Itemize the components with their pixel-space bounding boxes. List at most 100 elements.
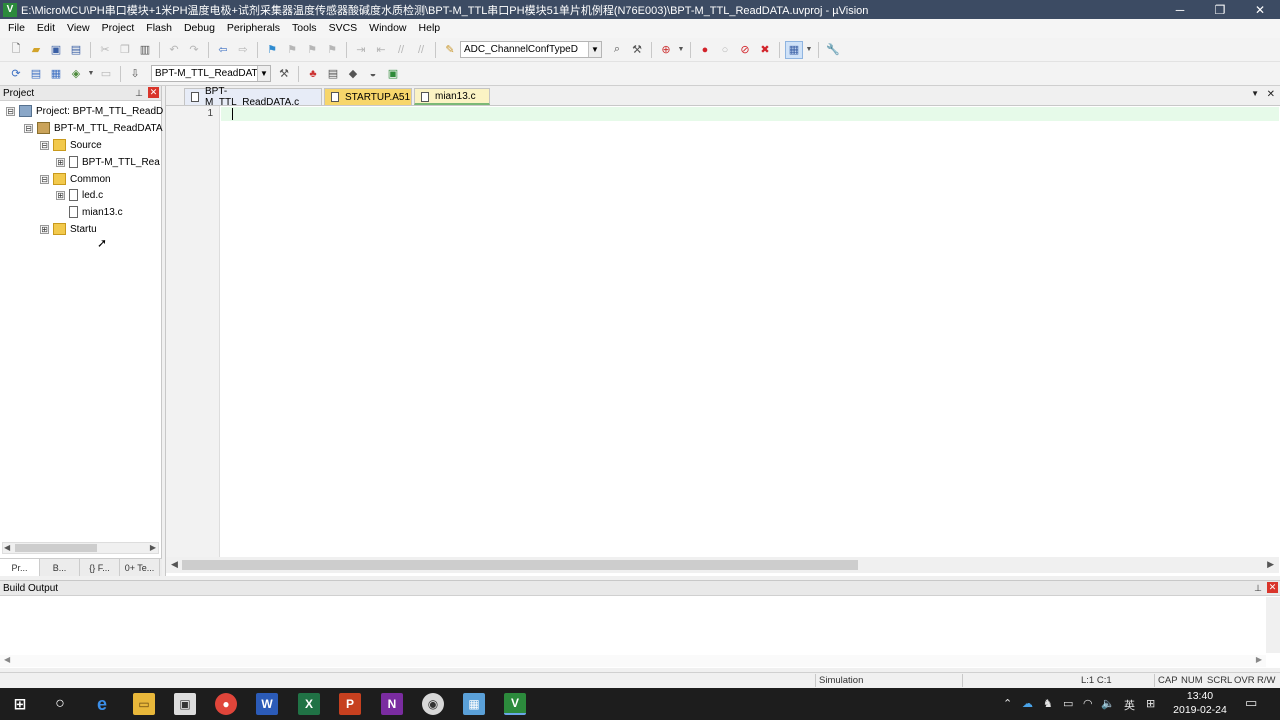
disable-breakpoints-icon[interactable]: ⊘ <box>736 41 754 59</box>
navigate-forward-icon[interactable]: ⇨ <box>234 41 252 59</box>
menu-project[interactable]: Project <box>96 19 141 38</box>
chevron-down-icon[interactable]: ▼ <box>805 41 813 59</box>
comment-icon[interactable]: // <box>392 41 410 59</box>
battery-icon[interactable]: ▭ <box>1063 697 1073 710</box>
scroll-right-icon[interactable]: ▶ <box>150 543 156 552</box>
tree-item-common-group[interactable]: ⊟ Common <box>40 171 111 187</box>
menu-file[interactable]: File <box>2 19 31 38</box>
clear-bookmarks-icon[interactable]: ⚑ <box>323 41 341 59</box>
notification-icon[interactable]: ▭ <box>1245 695 1257 711</box>
tray-chevron-up-icon[interactable]: ⌃ <box>1003 697 1012 710</box>
stop-build-icon[interactable]: ▭ <box>97 65 115 83</box>
maximize-button[interactable]: ❐ <box>1200 0 1240 19</box>
find-icon[interactable]: ⌕ <box>608 41 626 59</box>
kill-breakpoints-icon[interactable]: ✖ <box>756 41 774 59</box>
screen-capture-icon[interactable]: ▦ <box>463 693 485 715</box>
close-icon[interactable]: ✕ <box>148 87 159 98</box>
build-icon[interactable]: ▤ <box>27 65 45 83</box>
enable-breakpoint-icon[interactable]: ○ <box>716 41 734 59</box>
editor-horizontal-scrollbar[interactable]: ◀ ▶ <box>166 557 1279 573</box>
target-combo[interactable]: BPT-M_TTL_ReadDATA ▼ <box>151 65 271 82</box>
bookmark-icon[interactable]: ⚑ <box>263 41 281 59</box>
build-output-vertical-scrollbar[interactable] <box>1266 597 1280 653</box>
chevron-down-icon[interactable]: ▼ <box>588 42 601 57</box>
next-bookmark-icon[interactable]: ⚑ <box>303 41 321 59</box>
menu-view[interactable]: View <box>61 19 96 38</box>
debug-session-icon[interactable]: ⊕ <box>657 41 675 59</box>
editor-tab-main[interactable]: BPT-M_TTL_ReadDATA.c <box>184 86 322 108</box>
menu-svcs[interactable]: SVCS <box>323 19 364 38</box>
download-icon[interactable]: ⇩ <box>126 65 144 83</box>
tree-expander[interactable]: ⊟ <box>40 174 49 184</box>
tree-item-led-file[interactable]: ⊞ led.c <box>56 187 103 203</box>
tree-expander[interactable]: ⊟ <box>6 106 15 116</box>
menu-flash[interactable]: Flash <box>140 19 178 38</box>
onenote-icon[interactable]: N <box>381 693 403 715</box>
rebuild-icon[interactable]: ▦ <box>47 65 65 83</box>
minimize-button[interactable]: ─ <box>1160 0 1200 19</box>
unindent-icon[interactable]: ⇤ <box>372 41 390 59</box>
tree-item-source-group[interactable]: ⊟ Source <box>40 137 102 153</box>
tab-functions[interactable]: {} F... <box>80 559 120 576</box>
store-icon[interactable]: ▣ <box>174 693 196 715</box>
save-all-icon[interactable]: ▤ <box>67 41 85 59</box>
find-in-files-icon[interactable]: ✎ <box>441 41 459 59</box>
navigate-back-icon[interactable]: ⇦ <box>214 41 232 59</box>
tree-expander[interactable]: ⊞ <box>56 157 65 167</box>
close-button[interactable]: ✕ <box>1240 0 1280 19</box>
undo-icon[interactable]: ↶ <box>165 41 183 59</box>
scroll-right-icon[interactable]: ▶ <box>1267 559 1274 570</box>
ime-indicator[interactable]: 英 <box>1124 697 1135 713</box>
function-combo[interactable]: ADC_ChannelConfTypeD ▼ <box>460 41 602 58</box>
chrome-browser-icon[interactable]: ● <box>215 693 237 715</box>
tree-expander[interactable]: ⊟ <box>40 140 49 150</box>
redo-icon[interactable]: ↷ <box>185 41 203 59</box>
network-icon[interactable]: ◠ <box>1083 697 1093 710</box>
configure-icon[interactable]: 🔧 <box>824 41 842 59</box>
tree-item-mian13-file[interactable]: mian13.c <box>69 204 123 220</box>
tree-expander[interactable]: ⊞ <box>40 224 49 234</box>
chevron-down-icon[interactable]: ▼ <box>677 41 685 59</box>
manage-rte-icon[interactable]: ◆ <box>344 65 362 83</box>
word-icon[interactable]: W <box>256 693 278 715</box>
indent-icon[interactable]: ⇥ <box>352 41 370 59</box>
manage-components-icon[interactable]: ♣ <box>304 65 322 83</box>
menu-edit[interactable]: Edit <box>31 19 61 38</box>
new-file-icon[interactable]: 🗋 <box>7 41 25 59</box>
tab-templates[interactable]: 0+ Te... <box>120 559 160 576</box>
pin-icon[interactable]: ⊥ <box>1253 582 1263 594</box>
excel-icon[interactable]: X <box>298 693 320 715</box>
onedrive-icon[interactable]: ☁ <box>1022 697 1033 710</box>
pack-installer-icon[interactable]: ◒ <box>364 65 382 83</box>
volume-icon[interactable]: 🔈 <box>1101 697 1115 710</box>
tray-app-icon[interactable]: ♞ <box>1043 697 1053 710</box>
tab-books[interactable]: B... <box>40 559 80 576</box>
tree-item-project[interactable]: ⊟ Project: BPT-M_TTL_ReadD <box>6 103 163 119</box>
select-packs-icon[interactable]: ▤ <box>324 65 342 83</box>
uncomment-icon[interactable]: // <box>412 41 430 59</box>
powerpoint-icon[interactable]: P <box>339 693 361 715</box>
cortana-search-icon[interactable]: ○ <box>49 693 71 715</box>
tree-item-main-file[interactable]: ⊞ BPT-M_TTL_Rea <box>56 154 160 170</box>
paste-icon[interactable]: ▥ <box>136 41 154 59</box>
project-horizontal-scrollbar[interactable]: ◀ ▶ <box>2 542 159 554</box>
translate-icon[interactable]: ⟳ <box>7 65 25 83</box>
target-options-icon[interactable]: ⚒ <box>275 65 293 83</box>
windows-start-icon[interactable]: ⊞ <box>9 693 31 715</box>
editor-tab-mian13[interactable]: mian13.c <box>414 88 490 105</box>
tree-expander[interactable]: ⊟ <box>24 123 33 133</box>
scroll-right-icon[interactable]: ▶ <box>1256 655 1262 664</box>
menu-window[interactable]: Window <box>363 19 412 38</box>
tree-expander[interactable]: ⊞ <box>56 190 65 200</box>
tree-item-target[interactable]: ⊟ BPT-M_TTL_ReadDATA <box>24 120 163 136</box>
keyboard-layout-icon[interactable]: ⊞ <box>1146 697 1155 710</box>
scroll-thumb[interactable] <box>15 544 97 552</box>
incremental-find-icon[interactable]: ⚒ <box>628 41 646 59</box>
component-wizard-icon[interactable]: ▣ <box>384 65 402 83</box>
menu-tools[interactable]: Tools <box>286 19 323 38</box>
chevron-down-icon[interactable]: ▼ <box>87 65 95 83</box>
tree-item-startup-group[interactable]: ⊞ Startu <box>40 221 97 237</box>
code-editor[interactable] <box>221 106 1279 557</box>
open-folder-icon[interactable]: ▰ <box>27 41 45 59</box>
menu-debug[interactable]: Debug <box>178 19 221 38</box>
